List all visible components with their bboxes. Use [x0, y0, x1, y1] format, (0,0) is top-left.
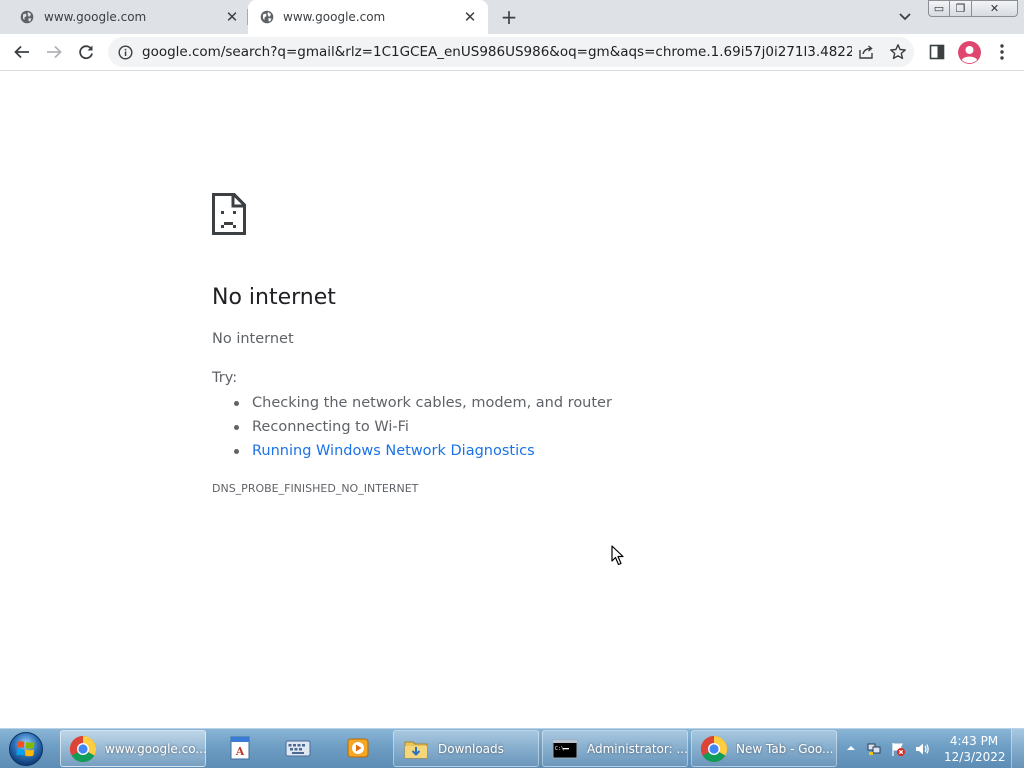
taskbar-label: Administrator: ... [587, 742, 688, 756]
show-hidden-icons-icon[interactable] [846, 743, 856, 753]
tab-google-2-active[interactable]: www.google.com ✕ [248, 0, 488, 34]
network-diagnostics-link[interactable]: Running Windows Network Diagnostics [212, 439, 612, 463]
media-center-icon [347, 738, 369, 758]
browser-toolbar: google.com/search?q=gmail&rlz=1C1GCEA_en… [0, 34, 1024, 71]
svg-text:C:\: C:\ [555, 746, 564, 752]
system-tray: 4:43 PM 12/3/2022 [840, 729, 1024, 769]
profile-icon [958, 41, 981, 64]
url-text[interactable]: google.com/search?q=gmail&rlz=1C1GCEA_en… [142, 44, 852, 60]
tab-google-1[interactable]: www.google.com ✕ [0, 0, 248, 34]
taskbar-media-center[interactable] [336, 730, 376, 767]
try-label: Try: [212, 370, 238, 386]
error-page: No internet No internet Try: Checking th… [0, 71, 1024, 728]
avatar[interactable] [958, 41, 981, 64]
folder-icon [404, 741, 428, 759]
command-prompt-icon: C:\ [552, 739, 578, 759]
reload-icon[interactable] [76, 42, 96, 62]
wordpad-icon: A [230, 736, 250, 760]
globe-icon [20, 10, 34, 24]
clock-time[interactable]: 4:43 PM [944, 734, 1004, 748]
taskbar-label: Downloads [438, 742, 504, 756]
network-icon[interactable] [866, 741, 882, 757]
taskbar-chrome-new-tab[interactable]: New Tab - Goo... [691, 730, 837, 767]
windows-taskbar: www.google.co... A Downloads C:\ Adminis… [0, 728, 1024, 769]
error-title: No internet [212, 285, 336, 310]
tab-strip: www.google.com ✕ www.google.com ✕ + ▭ ❐ … [0, 0, 1024, 34]
taskbar-downloads[interactable]: Downloads [393, 730, 539, 767]
taskbar-on-screen-keyboard[interactable] [276, 730, 316, 767]
error-subtitle: No internet [212, 331, 294, 347]
taskbar-chrome-google[interactable]: www.google.co... [60, 730, 207, 767]
action-center-flag-icon[interactable] [890, 741, 906, 757]
volume-icon[interactable] [914, 741, 930, 757]
tab-title: www.google.com [283, 10, 386, 24]
globe-icon [260, 10, 274, 24]
tab-close-icon[interactable]: ✕ [224, 9, 240, 25]
star-icon[interactable] [889, 43, 907, 61]
chrome-icon [69, 735, 97, 763]
suggestion-reconnect-wifi: Reconnecting to Wi-Fi [212, 415, 612, 439]
kebab-menu-icon[interactable] [996, 43, 1008, 61]
taskbar-command-prompt[interactable]: C:\ Administrator: ... [542, 730, 688, 767]
minimize-button[interactable]: ▭ [928, 0, 950, 17]
mouse-cursor-icon [611, 545, 624, 566]
back-arrow-icon[interactable] [12, 42, 32, 62]
share-icon[interactable] [858, 44, 874, 60]
tab-close-icon[interactable]: ✕ [462, 9, 478, 25]
address-bar[interactable]: google.com/search?q=gmail&rlz=1C1GCEA_en… [108, 37, 914, 67]
show-desktop-button[interactable] [1011, 729, 1024, 769]
clock-date[interactable]: 12/3/2022 [944, 750, 1006, 764]
suggestion-check-cables: Checking the network cables, modem, and … [212, 391, 612, 415]
side-panel-icon[interactable] [929, 44, 945, 60]
window-controls: ▭ ❐ ✕ [928, 0, 1020, 18]
suggestion-list: Checking the network cables, modem, and … [212, 391, 612, 463]
forward-arrow-icon[interactable] [44, 42, 64, 62]
tab-search-chevron-icon[interactable] [896, 9, 914, 25]
error-code: DNS_PROBE_FINISHED_NO_INTERNET [212, 482, 419, 495]
svg-text:A: A [235, 745, 245, 758]
taskbar-label: www.google.co... [105, 742, 207, 756]
start-button[interactable] [6, 731, 46, 767]
sad-document-icon [212, 193, 246, 235]
new-tab-icon[interactable]: + [500, 7, 518, 27]
info-icon[interactable] [118, 45, 133, 60]
maximize-button[interactable]: ❐ [950, 0, 972, 17]
on-screen-keyboard-icon [285, 740, 311, 757]
chrome-icon [700, 735, 728, 763]
taskbar-label: New Tab - Goo... [736, 742, 834, 756]
taskbar-wordpad[interactable]: A [218, 730, 258, 767]
close-window-button[interactable]: ✕ [972, 0, 1018, 17]
tab-title: www.google.com [44, 10, 147, 24]
